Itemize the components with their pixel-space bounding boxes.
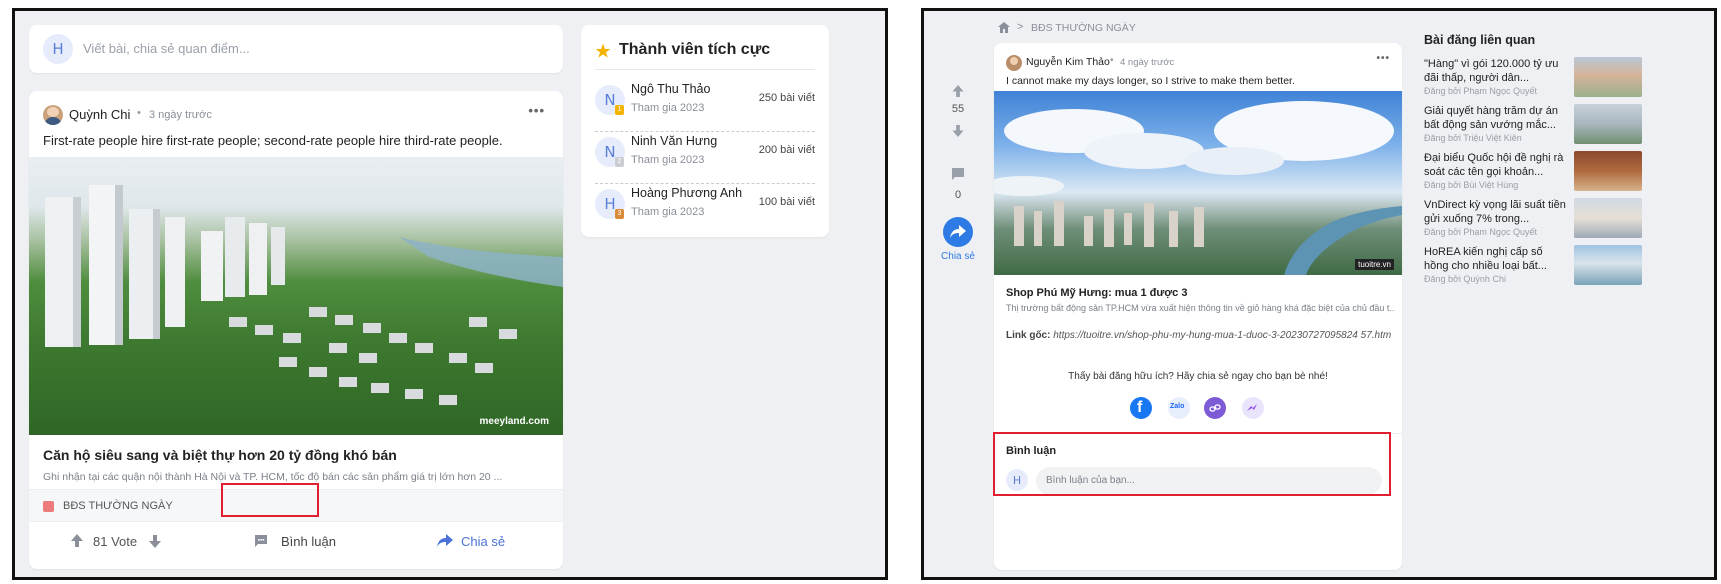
- post-text: I cannot make my days longer, so I striv…: [1006, 75, 1295, 87]
- feed-panel: H Viết bài, chia sẻ quan điểm... Quỳnh C…: [12, 8, 888, 580]
- related-item-author: Đăng bởi Phạm Ngọc Quyết: [1424, 86, 1537, 96]
- post-composer[interactable]: H Viết bài, chia sẻ quan điểm...: [29, 25, 563, 73]
- member-joined: Tham gia 2023: [631, 154, 705, 166]
- link-description: Ghi nhận tại các quận nội thành Hà Nội v…: [43, 471, 503, 483]
- share-circle-button[interactable]: [943, 217, 973, 247]
- downvote-icon[interactable]: [149, 535, 161, 548]
- member-posts: 100 bài viết: [758, 196, 815, 208]
- active-members-card: Thành viên tích cực N 1 Ngô Thu Thảo Tha…: [581, 25, 829, 237]
- member-joined: Tham gia 2023: [631, 206, 705, 218]
- share-button[interactable]: Chia sẻ: [461, 534, 505, 549]
- rank-badge: 1: [615, 105, 624, 115]
- messenger-icon[interactable]: [1242, 397, 1264, 419]
- post-time-separator: •: [1110, 55, 1114, 66]
- share-icon[interactable]: [437, 534, 453, 548]
- composer-avatar: H: [43, 34, 73, 64]
- share-prompt: Thấy bài đăng hữu ích? Hãy chia sẻ ngay …: [1068, 371, 1328, 382]
- facebook-icon[interactable]: f: [1130, 397, 1152, 419]
- comment-button-highlight: [221, 483, 319, 517]
- member-name[interactable]: Hoàng Phương Anh: [631, 186, 742, 200]
- member-name[interactable]: Ninh Văn Hưng: [631, 134, 717, 148]
- link-description: Thị trường bất động sản TP.HCM vừa xuất …: [1006, 303, 1394, 313]
- upvote-icon[interactable]: [952, 85, 964, 97]
- member-posts: 250 bài viết: [758, 92, 815, 104]
- link-title[interactable]: Căn hộ siêu sang và biệt thự hơn 20 tỷ đ…: [43, 447, 397, 463]
- related-item-author: Đăng bởi Bùi Việt Hùng: [1424, 180, 1519, 190]
- post-image[interactable]: meeyland.com: [29, 157, 563, 435]
- related-item-thumbnail[interactable]: [1574, 198, 1642, 238]
- source-url[interactable]: https://tuoitre.vn/shop-phu-my-hung-mua-…: [1053, 330, 1391, 341]
- post-image[interactable]: tuoitre.vn: [994, 91, 1402, 275]
- related-item[interactable]: VnDirect kỳ vọng lãi suất tiền gửi xuống…: [1424, 198, 1654, 244]
- category-label[interactable]: BĐS THƯỜNG NGÀY: [63, 500, 173, 512]
- related-item[interactable]: Đại biểu Quốc hội đề nghị rà soát các tê…: [1424, 151, 1654, 197]
- comment-icon[interactable]: [254, 534, 268, 548]
- link-icon[interactable]: [1204, 397, 1226, 419]
- related-item[interactable]: Giải quyết hàng trăm dự án bất động sản …: [1424, 104, 1654, 150]
- comment-count-icon[interactable]: [951, 167, 965, 181]
- post-actions: 81 Vote Bình luận Chia sẻ: [29, 521, 563, 561]
- post-image-art: [994, 101, 1402, 275]
- related-posts: Bài đăng liên quan "Hàng" vì gói 120.000…: [1424, 33, 1664, 333]
- zalo-icon[interactable]: Zalo: [1168, 397, 1190, 419]
- active-members-title: Thành viên tích cực: [619, 41, 771, 58]
- rank-badge: 3: [615, 209, 624, 219]
- related-item-title[interactable]: HoREA kiến nghị cấp số hồng cho nhiều lo…: [1424, 245, 1569, 273]
- home-icon[interactable]: [998, 22, 1010, 33]
- image-watermark: tuoitre.vn: [1355, 259, 1394, 270]
- related-item-thumbnail[interactable]: [1574, 151, 1642, 191]
- post-detail-panel: > BĐS THƯỜNG NGÀY 55 0 Chia sẻ Nguyễn Ki…: [921, 8, 1717, 580]
- category-icon: [43, 501, 54, 512]
- vote-count: 55: [951, 103, 965, 115]
- star-icon: [595, 43, 611, 59]
- related-item-thumbnail[interactable]: [1574, 245, 1642, 285]
- related-item-thumbnail[interactable]: [1574, 57, 1642, 97]
- member-joined: Tham gia 2023: [631, 102, 705, 114]
- post-image-art: [45, 185, 563, 405]
- members-divider: [595, 69, 815, 70]
- related-title: Bài đăng liên quan: [1424, 33, 1536, 47]
- related-item-title[interactable]: VnDirect kỳ vọng lãi suất tiền gửi xuống…: [1424, 198, 1569, 226]
- post-author-name[interactable]: Quỳnh Chi: [69, 107, 130, 122]
- related-item[interactable]: "Hàng" vì gói 120.000 tỷ ưu đãi thấp, ng…: [1424, 57, 1654, 103]
- related-item-author: Đăng bởi Phạm Ngọc Quyết: [1424, 227, 1537, 237]
- rank-badge: 2: [615, 157, 624, 167]
- post-time: 3 ngày trước: [149, 109, 212, 121]
- member-item[interactable]: H 3 Hoàng Phương Anh Tham gia 2023 100 b…: [595, 177, 815, 234]
- comment-button[interactable]: Bình luận: [281, 534, 336, 549]
- source-link: Link gốc: https://tuoitre.vn/shop-phu-my…: [1006, 329, 1396, 342]
- post-author-name[interactable]: Nguyễn Kim Thảo: [1026, 56, 1110, 68]
- post-time: 4 ngày trước: [1120, 57, 1175, 68]
- comments-highlight: [993, 432, 1391, 496]
- related-item-thumbnail[interactable]: [1574, 104, 1642, 144]
- vote-rail: 55 0 Chia sẻ: [940, 81, 976, 281]
- composer-placeholder[interactable]: Viết bài, chia sẻ quan điểm...: [83, 41, 250, 56]
- post-text: First-rate people hire first-rate people…: [43, 133, 503, 148]
- member-item[interactable]: N 1 Ngô Thu Thảo Tham gia 2023 250 bài v…: [595, 73, 815, 130]
- image-watermark: meeyland.com: [479, 416, 549, 427]
- post-author-avatar[interactable]: [43, 105, 63, 125]
- related-item-title[interactable]: Giải quyết hàng trăm dự án bất động sản …: [1424, 104, 1569, 132]
- member-item[interactable]: N 2 Ninh Văn Hưng Tham gia 2023 200 bài …: [595, 125, 815, 182]
- related-item-author: Đăng bởi Quỳnh Chi: [1424, 274, 1506, 284]
- breadcrumb-category[interactable]: BĐS THƯỜNG NGÀY: [1031, 22, 1136, 34]
- post-author-avatar[interactable]: [1006, 55, 1022, 71]
- member-posts: 200 bài viết: [758, 144, 815, 156]
- downvote-icon[interactable]: [952, 125, 964, 137]
- vote-count: 81 Vote: [93, 534, 138, 549]
- related-item-title[interactable]: "Hàng" vì gói 120.000 tỷ ưu đãi thấp, ng…: [1424, 57, 1569, 85]
- related-item-title[interactable]: Đại biểu Quốc hội đề nghị rà soát các tê…: [1424, 151, 1569, 179]
- comment-count: 0: [954, 189, 962, 201]
- member-name[interactable]: Ngô Thu Thảo: [631, 82, 710, 96]
- post-time-separator: •: [137, 107, 141, 119]
- chevron-right-icon: >: [1017, 21, 1024, 33]
- related-item-author: Đăng bởi Triệu Việt Kiên: [1424, 133, 1522, 143]
- more-options-icon[interactable]: •••: [528, 103, 545, 118]
- more-options-icon[interactable]: •••: [1376, 53, 1390, 64]
- source-label: Link gốc:: [1006, 330, 1051, 341]
- share-label[interactable]: Chia sẻ: [936, 251, 980, 262]
- upvote-icon[interactable]: [71, 534, 83, 547]
- related-item[interactable]: HoREA kiến nghị cấp số hồng cho nhiều lo…: [1424, 245, 1654, 291]
- link-title[interactable]: Shop Phú Mỹ Hưng: mua 1 được 3: [1006, 287, 1187, 299]
